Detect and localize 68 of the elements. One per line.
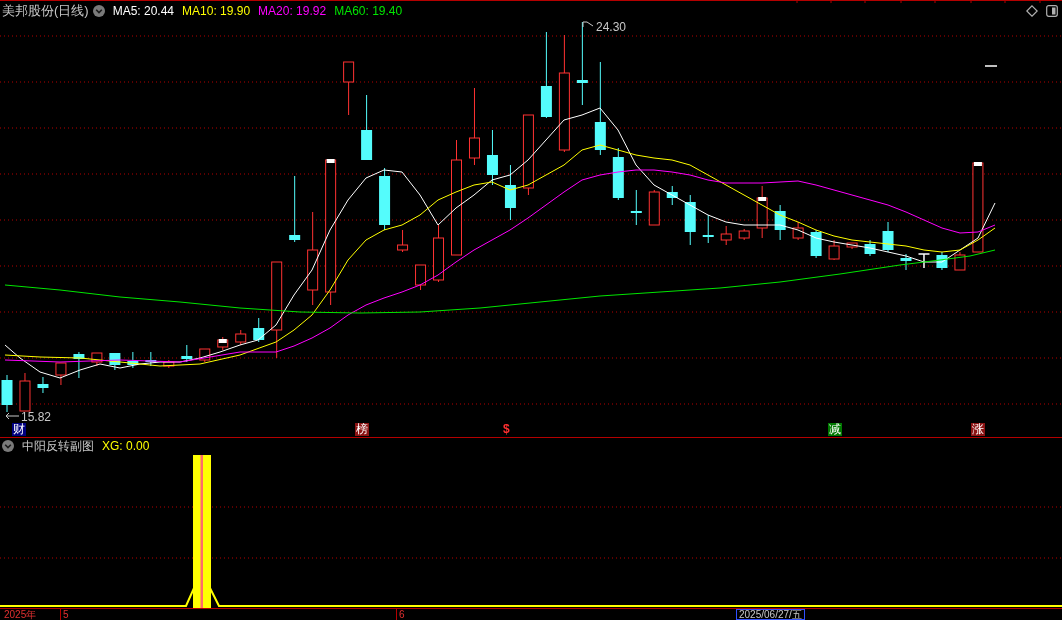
indicator-value: XG: 0.00 xyxy=(102,439,150,453)
falling-candle xyxy=(684,194,696,246)
chevron-down-icon[interactable] xyxy=(2,440,14,452)
cursor-date-label: 2025/06/27/五 xyxy=(736,609,805,620)
falling-candle xyxy=(1,374,13,413)
falling-candle xyxy=(936,251,948,271)
falling-candle xyxy=(900,253,912,271)
rising-candle xyxy=(235,329,247,346)
rising-candle xyxy=(91,352,103,367)
rising-candle xyxy=(433,224,444,283)
rising-candle xyxy=(720,225,732,246)
panel-toggle-icon[interactable] xyxy=(1046,5,1058,17)
indicator-value: MA20: 19.92 xyxy=(258,4,327,18)
chevron-down-icon[interactable] xyxy=(92,5,105,17)
diamond-icon[interactable] xyxy=(1026,5,1038,17)
falling-candle xyxy=(864,239,876,257)
falling-candle xyxy=(666,185,678,206)
falling-candle xyxy=(181,344,193,363)
axis-label: 5 xyxy=(60,609,69,620)
rising-candle xyxy=(397,229,409,253)
indicator-value: MA5: 20.44 xyxy=(112,4,175,18)
indicator-title: 中阳反转副图 xyxy=(22,439,94,453)
rising-candle xyxy=(415,264,427,291)
rising-candle xyxy=(756,185,768,239)
falling-candle xyxy=(702,214,714,244)
rising-candle xyxy=(55,362,67,386)
axis-label: 6 xyxy=(396,609,405,620)
falling-candle xyxy=(253,317,265,343)
falling-candle xyxy=(774,204,786,241)
rising-candle xyxy=(792,221,804,241)
indicator-value: MA60: 19.40 xyxy=(334,4,403,18)
dash-icon xyxy=(984,65,998,67)
rising-candle xyxy=(954,251,966,271)
rising-candle xyxy=(828,239,840,261)
rising-candle xyxy=(648,189,660,226)
falling-candle xyxy=(289,175,301,243)
signal-marker: $ xyxy=(502,423,511,436)
rising-candle xyxy=(19,372,31,412)
falling-candle xyxy=(37,376,49,394)
leader-arrow xyxy=(5,412,20,420)
leader-line xyxy=(582,21,594,28)
low-price-label: 15.82 xyxy=(21,411,52,423)
indicator-value: MA10: 19.90 xyxy=(182,4,251,18)
high-price-label: 24.30 xyxy=(596,21,627,33)
axis-label: 2025年 xyxy=(4,609,37,620)
falling-candle xyxy=(810,229,822,259)
falling-candle xyxy=(882,221,894,253)
falling-candle xyxy=(361,94,373,161)
rising-candle xyxy=(163,359,175,369)
signal-marker: 减 xyxy=(828,423,842,436)
signal-marker: 榜 xyxy=(355,423,369,436)
signal-marker: 财 xyxy=(12,423,26,436)
falling-candle xyxy=(379,167,391,231)
falling-candle xyxy=(73,351,85,379)
signal-marker: 涨 xyxy=(971,423,985,436)
falling-candle xyxy=(127,351,139,369)
falling-candle xyxy=(630,189,642,226)
falling-candle xyxy=(109,352,121,371)
rising-candle xyxy=(343,61,355,116)
rising-candle xyxy=(738,228,750,241)
falling-candle xyxy=(612,147,624,201)
falling-candle xyxy=(504,164,516,221)
stock-title: 美邦股份(日线) xyxy=(2,4,89,18)
rising-candle xyxy=(199,348,211,363)
doji-candle xyxy=(917,253,931,269)
falling-candle xyxy=(486,129,498,186)
rising-candle xyxy=(846,242,858,250)
rising-candle xyxy=(217,336,229,351)
